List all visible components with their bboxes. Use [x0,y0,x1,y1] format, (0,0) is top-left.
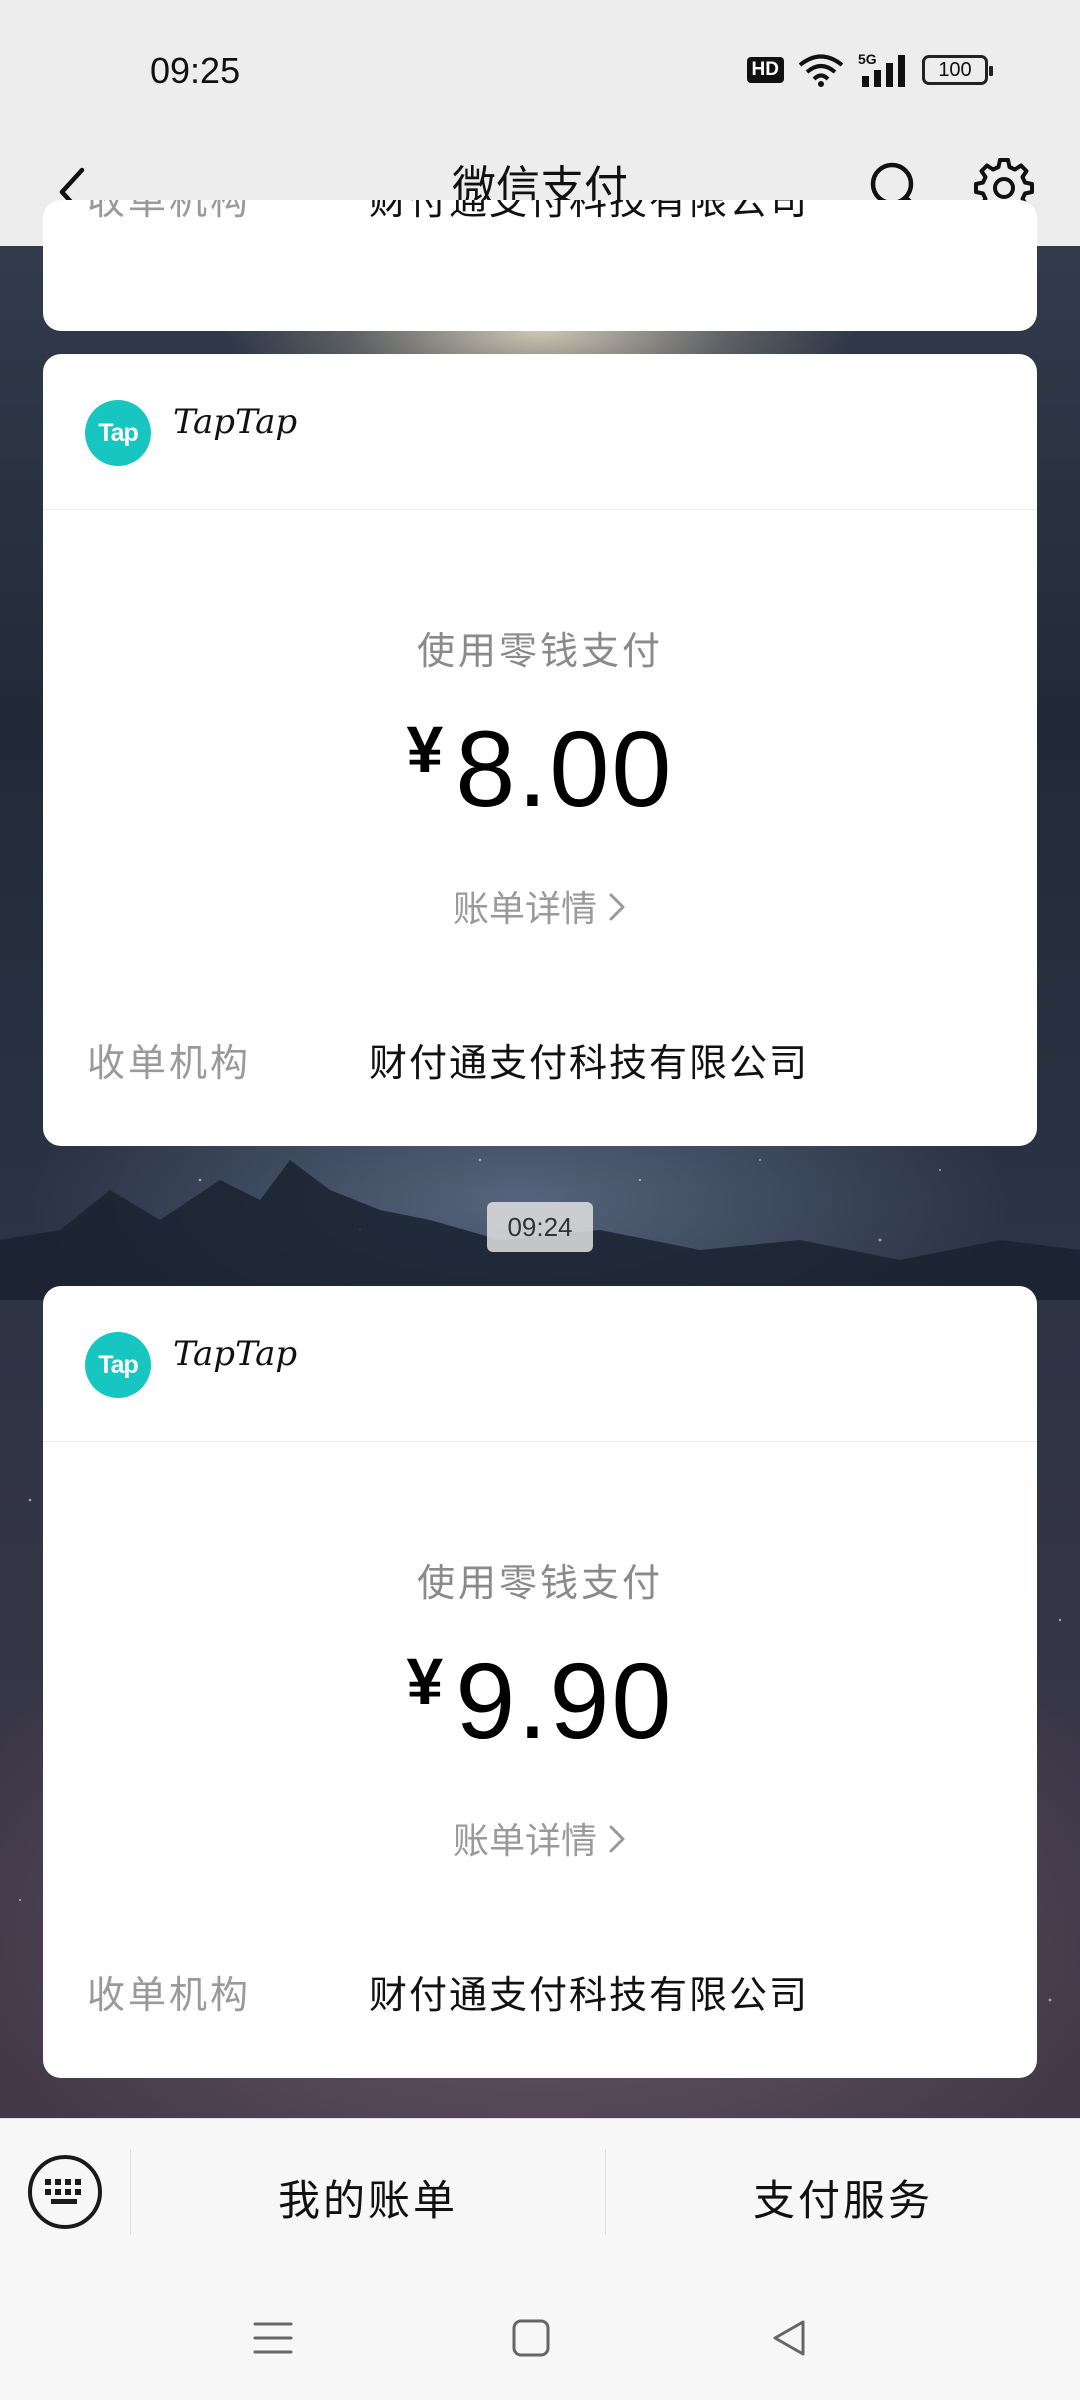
merchant-name: TapTap [173,402,298,442]
keyboard-icon [45,2179,81,2204]
institution-row: 收单机构 财付通支付科技有限公司 [87,1964,809,2019]
institution-row: 收单机构 财付通支付科技有限公司 [87,200,809,225]
institution-value: 财付通支付科技有限公司 [369,1973,810,2017]
institution-row: 收单机构 财付通支付科技有限公司 [87,1032,809,1087]
chevron-right-icon [609,1825,625,1853]
status-bar: 09:25 HD 5G 100 [0,0,1080,140]
menu-icon [253,2322,293,2354]
institution-label: 收单机构 [87,1041,252,1085]
merchant-header[interactable]: Tap TapTap [43,354,1037,510]
bill-detail-label: 账单详情 [452,889,597,930]
home-square-icon [512,2319,550,2357]
message-timestamp: 09:24 [487,1202,593,1252]
cellular-signal-icon: 5G [858,52,905,87]
battery-icon: 100 [922,55,993,85]
hd-badge: HD [746,57,784,83]
taptap-logo: Tap [85,1332,151,1398]
institution-label: 收单机构 [87,200,252,223]
bottom-menu-bar: 我的账单 支付服务 [0,2118,1080,2278]
institution-value: 财付通支付科技有限公司 [369,1041,810,1085]
institution-label: 收单机构 [87,1973,252,2017]
my-bills-button[interactable]: 我的账单 [131,2119,605,2275]
payment-method: 使用零钱支付 [416,629,663,673]
recent-apps-button[interactable] [241,2306,305,2370]
network-type-label: 5G [858,52,877,67]
institution-value: 财付通支付科技有限公司 [369,200,810,223]
amount-value: 9.90 [455,1640,674,1761]
payment-amount: ¥8.00 [43,706,1037,831]
payment-card[interactable]: Tap TapTap 使用零钱支付 ¥9.90 账单详情 收单机构 财付通支付科… [43,1286,1037,2078]
payment-method: 使用零钱支付 [416,1561,663,1605]
clock: 09:25 [150,50,241,91]
wifi-icon [798,54,844,87]
system-nav-bar [0,2278,1080,2400]
back-triangle-icon [773,2320,805,2356]
amount-value: 8.00 [455,708,674,829]
chevron-right-icon [609,893,625,921]
keyboard-toggle-button[interactable] [28,2155,102,2229]
currency-symbol: ¥ [406,712,444,786]
currency-symbol: ¥ [406,1644,444,1718]
bill-detail-link[interactable]: 账单详情 [43,1812,1037,1864]
pay-services-button[interactable]: 支付服务 [606,2119,1080,2275]
payment-card[interactable]: Tap TapTap 使用零钱支付 ¥8.00 账单详情 收单机构 财付通支付科… [43,354,1037,1146]
bill-detail-label: 账单详情 [452,1821,597,1862]
taptap-logo: Tap [85,400,151,466]
payment-card-partial: 收单机构 财付通支付科技有限公司 [43,200,1037,331]
payment-amount: ¥9.90 [43,1638,1037,1763]
battery-level: 100 [938,58,972,81]
merchant-header[interactable]: Tap TapTap [43,1286,1037,1442]
bill-detail-link[interactable]: 账单详情 [43,880,1037,932]
system-back-button[interactable] [757,2306,821,2370]
status-icons: HD 5G 100 [746,52,993,88]
home-button[interactable] [499,2306,563,2370]
merchant-name: TapTap [173,1334,298,1374]
